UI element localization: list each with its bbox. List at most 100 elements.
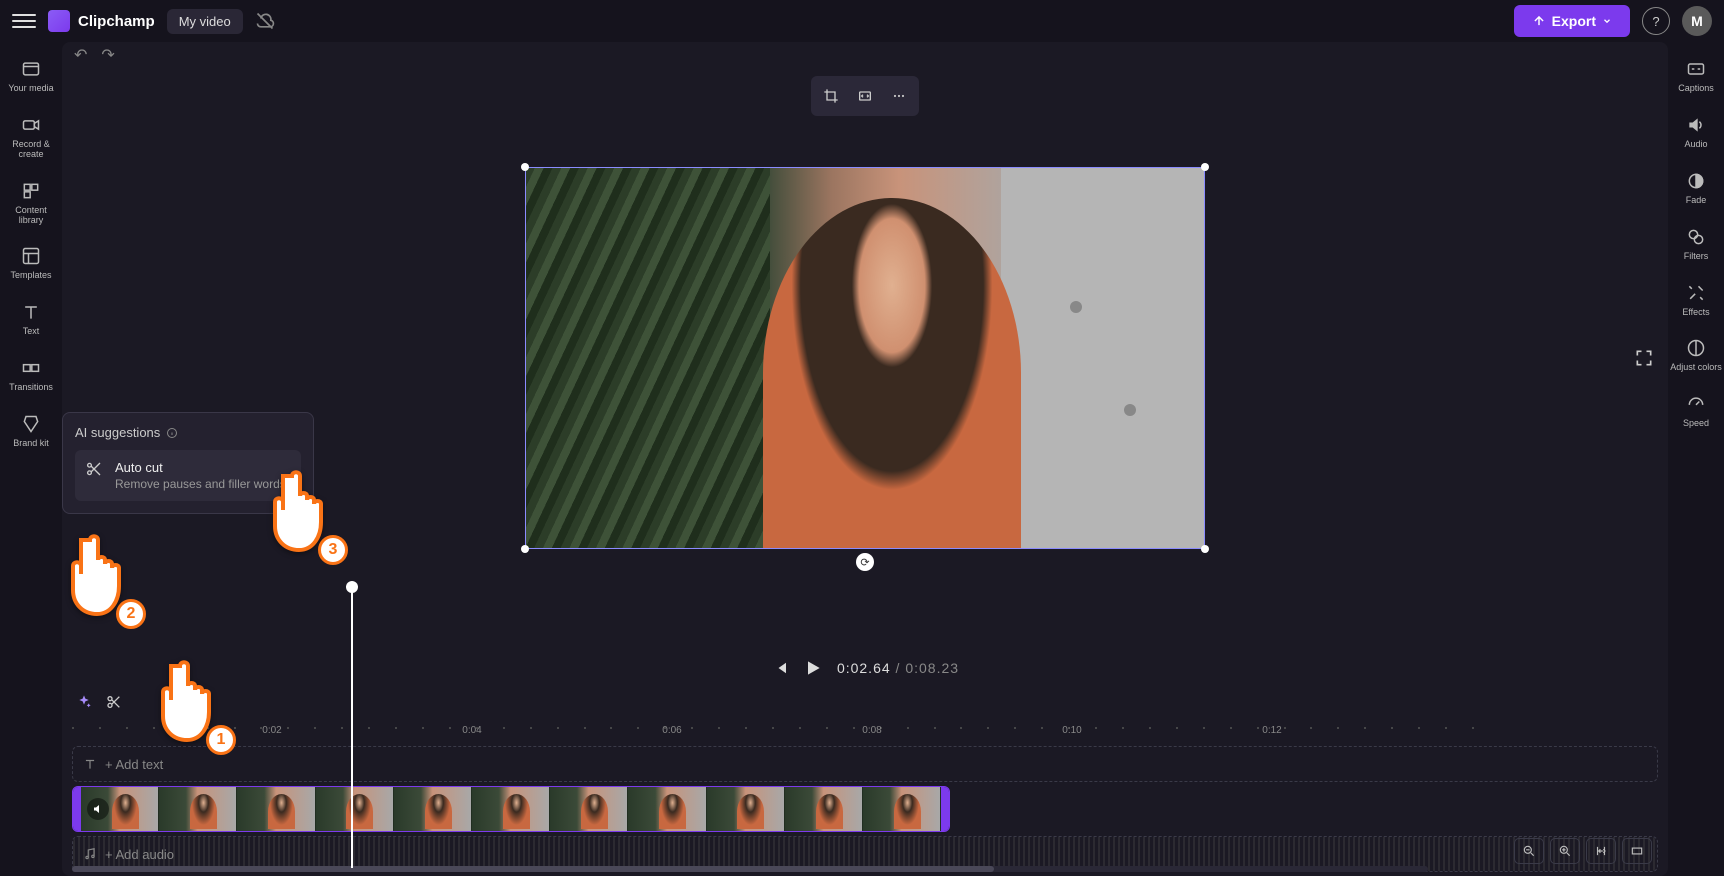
stage-toolbar bbox=[811, 76, 919, 116]
current-time: 0:02.64 bbox=[837, 660, 891, 676]
resize-handle-br[interactable] bbox=[1201, 545, 1209, 553]
video-clip[interactable] bbox=[72, 786, 950, 832]
transitions-icon bbox=[20, 357, 42, 379]
total-duration: 0:08.23 bbox=[905, 660, 959, 676]
export-button[interactable]: Export bbox=[1514, 5, 1630, 37]
ruler-label: 0:12 bbox=[1262, 725, 1281, 736]
music-icon bbox=[83, 847, 97, 861]
redo-button[interactable]: ↷ bbox=[101, 45, 114, 65]
audio-track-label: + Add audio bbox=[105, 847, 174, 862]
ruler-label: 0:06 bbox=[662, 725, 681, 736]
text-icon bbox=[83, 757, 97, 771]
zoom-clip-button[interactable] bbox=[1622, 838, 1652, 864]
ruler-label: 0:08 bbox=[862, 725, 881, 736]
resize-handle-bl[interactable] bbox=[521, 545, 529, 553]
ai-auto-cut-item[interactable]: Auto cut Remove pauses and filler words bbox=[75, 450, 301, 501]
info-icon[interactable] bbox=[166, 427, 178, 439]
speaker-icon bbox=[1685, 114, 1707, 136]
text-track-label: + Add text bbox=[105, 757, 163, 772]
library-icon bbox=[20, 180, 42, 202]
panel-audio[interactable]: Audio bbox=[1668, 106, 1724, 158]
sidebar-brand-kit[interactable]: Brand kit bbox=[3, 405, 59, 457]
video-preview[interactable]: ⟳ bbox=[525, 167, 1205, 549]
templates-icon bbox=[20, 245, 42, 267]
play-button[interactable] bbox=[803, 658, 823, 678]
zoom-fit-button[interactable] bbox=[1586, 838, 1616, 864]
captions-icon bbox=[1685, 58, 1707, 80]
split-button[interactable] bbox=[106, 694, 122, 710]
zoom-in-button[interactable] bbox=[1550, 838, 1580, 864]
clip-trim-right[interactable] bbox=[941, 787, 949, 831]
panel-fade[interactable]: Fade bbox=[1668, 162, 1724, 214]
ruler-label: 0:04 bbox=[462, 725, 481, 736]
top-bar: Clipchamp My video Export ? M bbox=[0, 0, 1724, 42]
upload-icon bbox=[1532, 14, 1546, 28]
panel-speed[interactable]: Speed bbox=[1668, 385, 1724, 437]
sidebar-your-media[interactable]: Your media bbox=[3, 50, 59, 102]
panel-captions[interactable]: Captions bbox=[1668, 50, 1724, 102]
ai-suggestions-popup: AI suggestions Auto cut Remove pauses an… bbox=[62, 412, 314, 514]
skip-start-button[interactable] bbox=[771, 659, 789, 677]
chevron-down-icon bbox=[1602, 16, 1612, 26]
sidebar-transitions[interactable]: Transitions bbox=[3, 349, 59, 401]
project-name-input[interactable]: My video bbox=[167, 9, 243, 34]
resize-handle-tl[interactable] bbox=[521, 163, 529, 171]
left-sidebar: Your media Record & create Content libra… bbox=[0, 42, 62, 876]
fit-button[interactable] bbox=[851, 82, 879, 110]
menu-button[interactable] bbox=[12, 9, 36, 33]
text-track[interactable]: + Add text bbox=[72, 746, 1658, 782]
effects-icon bbox=[1685, 282, 1707, 304]
fullscreen-button[interactable] bbox=[1634, 348, 1654, 368]
clip-volume-button[interactable] bbox=[87, 798, 109, 820]
panel-filters[interactable]: Filters bbox=[1668, 218, 1724, 270]
resize-handle-tr[interactable] bbox=[1201, 163, 1209, 171]
more-button[interactable] bbox=[885, 82, 913, 110]
sidebar-content-library[interactable]: Content library bbox=[3, 172, 59, 234]
filters-icon bbox=[1685, 226, 1707, 248]
timeline-scrollbar[interactable] bbox=[72, 866, 1428, 872]
timeline-tracks: + Add text + Add audio bbox=[72, 746, 1658, 876]
export-label: Export bbox=[1552, 13, 1596, 29]
app-logo[interactable]: Clipchamp bbox=[48, 10, 155, 32]
ai-popup-title: AI suggestions bbox=[75, 425, 301, 440]
panel-adjust-colors[interactable]: Adjust colors bbox=[1668, 329, 1724, 381]
clip-trim-left[interactable] bbox=[73, 787, 81, 831]
ai-suggestions-button[interactable] bbox=[76, 694, 92, 710]
scissors-sparkle-icon bbox=[85, 460, 105, 480]
playhead-grip[interactable] bbox=[346, 581, 358, 593]
timeline-ruler[interactable]: 0:02 0:04 0:06 0:08 0:10 0:12 bbox=[72, 716, 1658, 738]
sidebar-record-create[interactable]: Record & create bbox=[3, 106, 59, 168]
fade-icon bbox=[1685, 170, 1707, 192]
panel-effects[interactable]: Effects bbox=[1668, 274, 1724, 326]
sidebar-text[interactable]: Text bbox=[3, 293, 59, 345]
help-button[interactable]: ? bbox=[1642, 7, 1670, 35]
app-name: Clipchamp bbox=[78, 13, 155, 30]
right-sidebar: Captions Audio Fade Filters Effects Adju… bbox=[1668, 42, 1724, 876]
rotate-handle[interactable]: ⟳ bbox=[856, 553, 874, 571]
speed-icon bbox=[1685, 393, 1707, 415]
ruler-label: 0:10 bbox=[1062, 725, 1081, 736]
time-display: 0:02.64 / 0:08.23 bbox=[837, 660, 959, 676]
brandkit-icon bbox=[20, 413, 42, 435]
crop-button[interactable] bbox=[817, 82, 845, 110]
adjust-icon bbox=[1685, 337, 1707, 359]
zoom-out-button[interactable] bbox=[1514, 838, 1544, 864]
ruler-label: 0:02 bbox=[262, 725, 281, 736]
text-icon bbox=[20, 301, 42, 323]
ai-item-subtitle: Remove pauses and filler words bbox=[115, 477, 286, 491]
user-avatar[interactable]: M bbox=[1682, 6, 1712, 36]
scrollbar-thumb[interactable] bbox=[72, 866, 994, 872]
video-track[interactable] bbox=[72, 786, 1658, 832]
sidebar-templates[interactable]: Templates bbox=[3, 237, 59, 289]
ai-item-title: Auto cut bbox=[115, 460, 286, 475]
undo-button[interactable]: ↶ bbox=[74, 45, 87, 65]
clip-thumbnails bbox=[81, 787, 941, 831]
selection-outline bbox=[525, 167, 1205, 549]
cloud-sync-off-icon[interactable] bbox=[255, 11, 275, 31]
preview-stage: ⟳ bbox=[62, 68, 1668, 648]
playback-bar: 0:02.64 / 0:08.23 bbox=[62, 648, 1668, 688]
camera-icon bbox=[20, 114, 42, 136]
media-icon bbox=[20, 58, 42, 80]
timeline-zoom-controls bbox=[1514, 838, 1652, 864]
playhead[interactable] bbox=[351, 588, 353, 868]
